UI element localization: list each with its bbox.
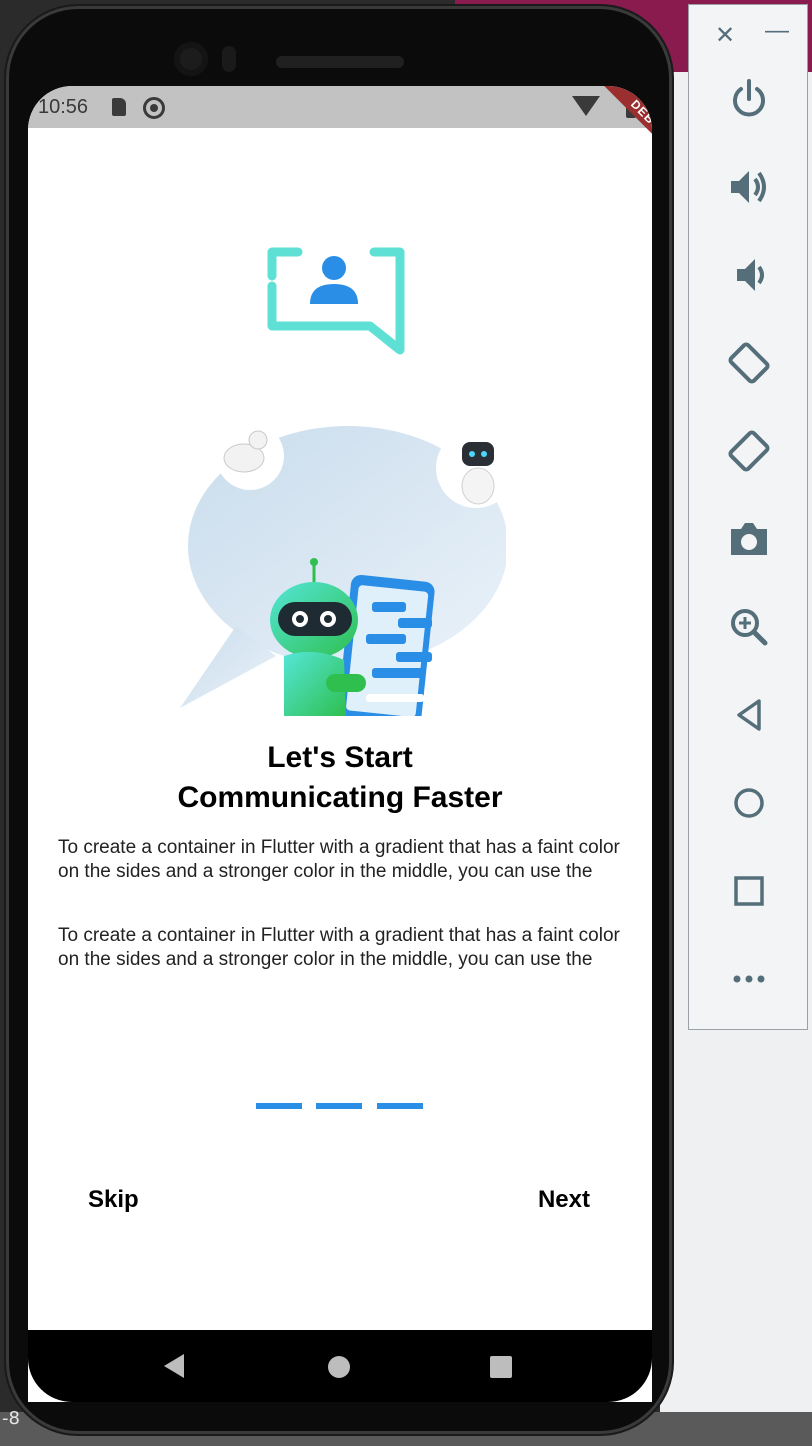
page-indicator-dot: [256, 1103, 302, 1109]
earpiece-speaker: [276, 56, 404, 68]
zoom-icon[interactable]: [725, 603, 773, 651]
back-icon[interactable]: [725, 691, 773, 739]
nav-home-icon[interactable]: [328, 1356, 350, 1378]
rotate-right-icon[interactable]: [725, 427, 773, 475]
title-line-2: Communicating Faster: [177, 781, 503, 814]
wifi-icon: [572, 96, 600, 116]
home-icon[interactable]: [725, 779, 773, 827]
minimize-icon[interactable]: —: [765, 17, 789, 45]
sync-icon: [143, 97, 165, 119]
camera-icon[interactable]: [725, 515, 773, 563]
skip-button[interactable]: Skip: [88, 1186, 139, 1214]
robot-chat-illustration: [180, 422, 506, 716]
description-paragraph: To create a container in Flutter with a …: [58, 925, 620, 970]
volume-up-icon[interactable]: [725, 163, 773, 211]
onboarding-title: Let's Start Communicating Faster: [28, 738, 652, 818]
nav-recents-icon[interactable]: [490, 1356, 512, 1378]
next-button[interactable]: Next: [538, 1186, 590, 1214]
host-label: -8: [2, 1408, 20, 1429]
power-icon[interactable]: [725, 75, 773, 123]
page-indicator-dot: [316, 1103, 362, 1109]
app-screen: 10:56 DEBUG Let's Start Communicating Fa…: [28, 86, 652, 1402]
description-paragraph: To create a container in Flutter with a …: [58, 837, 620, 882]
title-line-1: Let's Start: [267, 741, 413, 774]
rotate-left-icon[interactable]: [725, 339, 773, 387]
nav-back-icon[interactable]: [164, 1354, 184, 1378]
volume-down-icon[interactable]: [725, 251, 773, 299]
overview-icon[interactable]: [725, 867, 773, 915]
front-camera: [174, 42, 208, 76]
sd-card-icon: [112, 98, 126, 116]
status-bar: 10:56: [28, 86, 652, 128]
proximity-sensor: [222, 46, 236, 72]
page-indicator-dot: [377, 1103, 423, 1109]
chat-person-logo-icon: [267, 247, 405, 355]
system-navigation-bar: [28, 1330, 652, 1402]
emulator-toolbar: ✕ —: [688, 4, 808, 1030]
status-time: 10:56: [38, 96, 89, 118]
close-icon[interactable]: ✕: [715, 21, 735, 50]
more-icon[interactable]: [725, 955, 773, 1003]
